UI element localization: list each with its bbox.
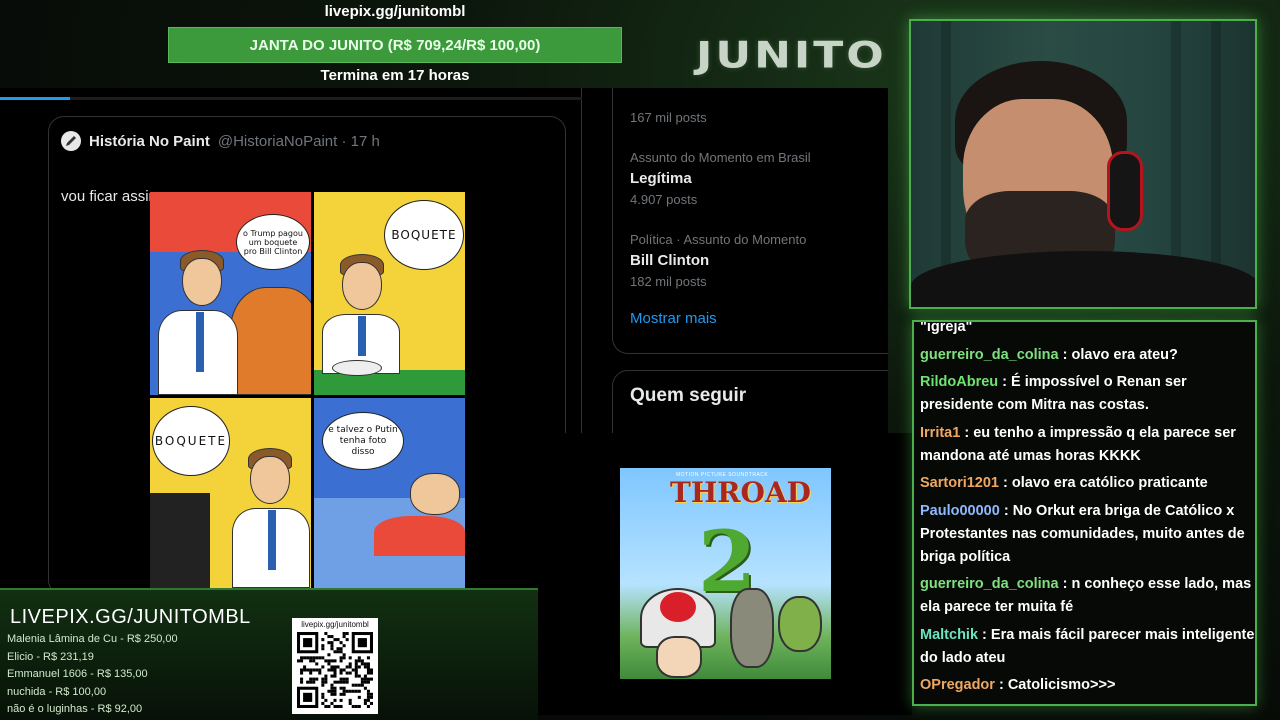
comic-panel-1: o Trump pagou um boquete pro Bill Clinto… xyxy=(150,192,311,395)
trend-name: Legítima xyxy=(630,170,692,187)
trend-meta: Política · Assunto do Momento xyxy=(630,232,807,247)
trends-panel: 167 mil posts Assunto do Momento em Bras… xyxy=(612,88,888,354)
chat-message: Maltchik : Era mais fácil parecer mais i… xyxy=(920,624,1255,670)
chat-message-text: : olavo era ateu? xyxy=(1058,346,1178,363)
comic-bubble-3: BOQUETE xyxy=(152,406,230,476)
chat-username[interactable]: RildoAbreu xyxy=(920,374,998,390)
chat-username[interactable]: Sartori1201 xyxy=(920,475,999,491)
donor-entry: Malenia Lâmina de Cu - R$ 250,00 xyxy=(7,633,178,645)
chat-message: Paulo00000 : No Orkut era briga de Catól… xyxy=(920,500,1255,569)
goal-label: JANTA DO JUNITO (R$ 709,24/R$ 100,00) xyxy=(249,36,541,54)
comic-panel-4: e talvez o Putin tenha foto disso xyxy=(314,398,465,588)
tweet-handle[interactable]: @HistoriaNoPaint · 17 h xyxy=(218,133,380,150)
goal-ends-text: Termina em 17 horas xyxy=(320,67,470,84)
donation-panel: LIVEPIX.GG/JUNITOMBL Malenia Lâmina de C… xyxy=(0,588,538,720)
mushroom-spot-shape xyxy=(660,592,696,622)
goal-progress-bar: JANTA DO JUNITO (R$ 709,24/R$ 100,00) xyxy=(168,27,622,63)
donation-qr[interactable]: livepix.gg/junitombl xyxy=(292,618,378,714)
donor-entry: Emmanuel 1606 - R$ 135,00 xyxy=(7,668,148,681)
comic-bubble-4: e talvez o Putin tenha foto disso xyxy=(322,412,404,470)
chat-message-text: : Catolicismo>>> xyxy=(994,677,1116,693)
mushroom-face-shape xyxy=(656,636,702,678)
author-avatar[interactable] xyxy=(61,131,81,151)
chat-panel[interactable]: "igreja" guerreiro_da_colina : olavo era… xyxy=(912,320,1257,706)
comic-panel-2: BOQUETE xyxy=(314,192,465,395)
chat-username[interactable]: guerreiro_da_colina xyxy=(920,576,1059,592)
chat-message: guerreiro_da_colina : n conheço esse lad… xyxy=(920,573,1255,619)
donation-url: LIVEPIX.GG/JUNITOMBL xyxy=(10,606,251,628)
donor-entry: não é o luginhas - R$ 92,00 xyxy=(7,703,143,716)
tweet-comic-image[interactable]: o Trump pagou um boquete pro Bill Clinto… xyxy=(150,192,465,588)
ogre-shape xyxy=(778,596,822,652)
chat-username[interactable]: OPregador xyxy=(920,677,995,693)
qr-label: livepix.gg/junitombl xyxy=(301,620,369,629)
chat-message: guerreiro_da_colina : olavo era ateu? xyxy=(920,344,1255,367)
who-to-follow-title: Quem seguir xyxy=(630,385,747,406)
trend-count: 182 mil posts xyxy=(630,274,707,289)
donor-list: Malenia Lâmina de Cu - R$ 250,00 Elicio -… xyxy=(7,631,178,719)
webcam-feed xyxy=(909,19,1257,309)
stream-overlay: livepix.gg/junitombl JANTA DO JUNITO (R$… xyxy=(0,0,1280,720)
chat-message-fragment: "igreja" xyxy=(920,320,973,335)
album-title: THROAD xyxy=(670,476,811,509)
tweet-header: História No Paint @HistoriaNoPaint · 17 … xyxy=(61,131,380,151)
timeline-column[interactable]: História No Paint @HistoriaNoPaint · 17 … xyxy=(0,88,582,588)
trend-count: 4.907 posts xyxy=(630,192,698,207)
headset-icon xyxy=(1107,151,1143,231)
chat-message: Sartori1201 : olavo era católico pratica… xyxy=(920,472,1255,495)
page-load-progress xyxy=(0,97,582,100)
chat-username[interactable]: Irrita1 xyxy=(920,425,960,441)
chat-username[interactable]: Paulo00000 xyxy=(920,503,1000,519)
chat-message-text: : eu tenho a impressão q ela parece ser … xyxy=(920,424,1236,464)
donkey-shape xyxy=(730,588,774,668)
comic-panel-3: BOQUETE xyxy=(150,398,311,588)
qr-code-icon xyxy=(297,632,373,708)
donor-entry: nuchida - R$ 100,00 xyxy=(7,685,107,698)
pencil-icon xyxy=(66,136,76,146)
show-more-link[interactable]: Mostrar mais xyxy=(630,310,717,327)
comic-bubble-2: BOQUETE xyxy=(384,200,464,270)
trend-count-top: 167 mil posts xyxy=(630,110,707,125)
chat-username[interactable]: Maltchik xyxy=(920,627,978,643)
comic-bubble-1: o Trump pagou um boquete pro Bill Clinto… xyxy=(236,214,310,270)
trend-meta: Assunto do Momento em Brasil xyxy=(630,150,811,165)
now-playing-overlay: MOTION PICTURE SOUNDTRACK THROAD 2 xyxy=(538,433,912,715)
donor-entry: Elicio - R$ 231,19 xyxy=(7,650,94,663)
chat-message-text: : olavo era católico praticante xyxy=(999,475,1208,491)
chat-message: RildoAbreu : É impossível o Renan ser pr… xyxy=(920,371,1255,417)
page-load-progress-fill xyxy=(0,97,70,100)
streamer-body xyxy=(911,251,1255,307)
album-cover: MOTION PICTURE SOUNDTRACK THROAD 2 xyxy=(620,468,831,679)
tweet-author[interactable]: História No Paint xyxy=(89,133,210,150)
chat-message: OPregador : Catolicismo>>> xyxy=(920,674,1255,697)
chat-message: Irrita1 : eu tenho a impressão q ela par… xyxy=(920,422,1255,468)
trend-name: Bill Clinton xyxy=(630,252,710,269)
goal-url: livepix.gg/junitombl xyxy=(324,3,466,20)
channel-logo: JUNITO xyxy=(696,34,887,77)
chat-username[interactable]: guerreiro_da_colina xyxy=(920,347,1059,363)
